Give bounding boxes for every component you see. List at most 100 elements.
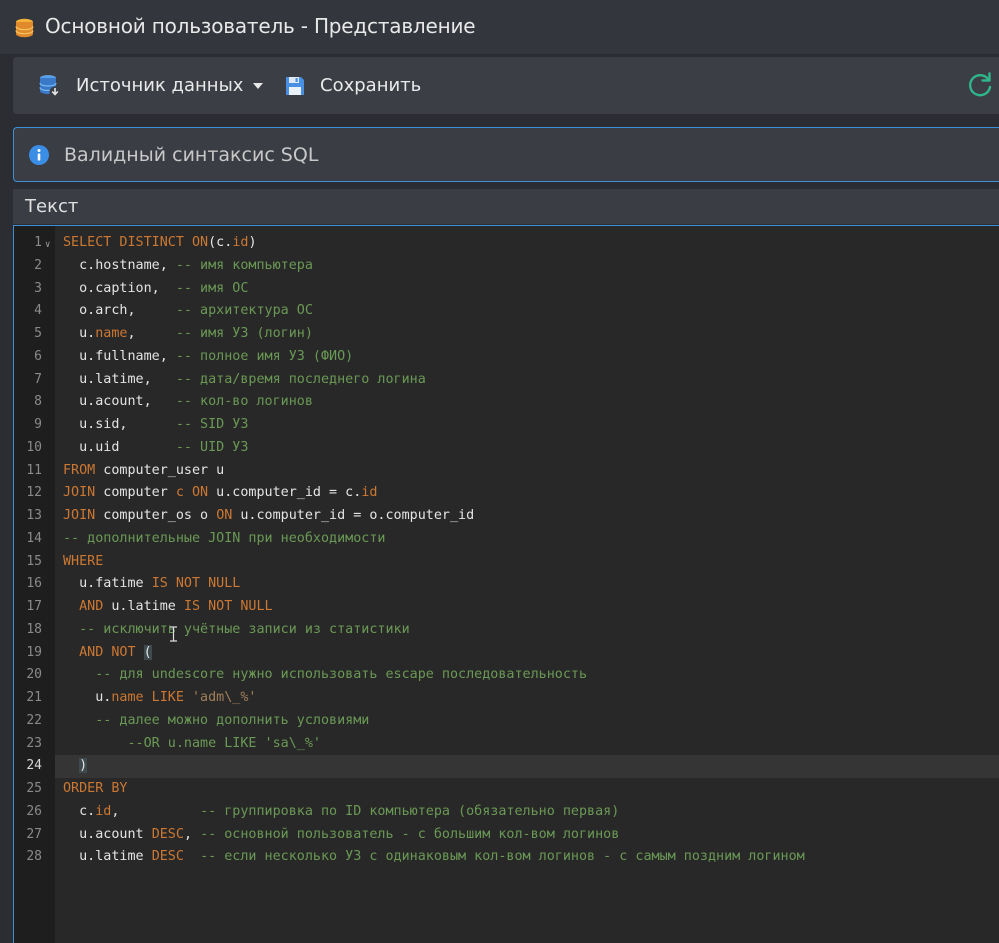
code-line[interactable]: 3 o.caption, -- имя ОС <box>34 278 999 301</box>
code-text: JOIN computer_os o ON u.computer_id = o.… <box>63 505 474 528</box>
code-line[interactable]: 10 u.uid -- UID УЗ <box>26 437 999 460</box>
code-token: o.caption, <box>63 280 176 296</box>
code-line[interactable]: 8 u.acount, -- кол-во логинов <box>34 391 999 414</box>
code-line[interactable]: 27 u.acount DESC, -- основной пользовате… <box>26 824 999 847</box>
fold-chevron-icon[interactable]: ∨ <box>45 234 50 257</box>
code-token: SELECT DISTINCT ON <box>63 235 209 250</box>
code-line[interactable]: 7 u.latime, -- дата/время последнего лог… <box>34 369 999 392</box>
code-text: JOIN computer c ON u.computer_id = c.id <box>63 482 377 505</box>
code-token: u.latime, <box>63 371 176 387</box>
code-token: u.latime <box>63 849 152 865</box>
line-number: 15 <box>26 553 42 569</box>
code-token: u.uid <box>63 439 176 455</box>
code-line[interactable]: 5 u.name, -- имя УЗ (логин) <box>34 323 999 346</box>
line-number: 23 <box>26 735 42 751</box>
code-token: u.acount, <box>63 394 176 410</box>
sql-code-editor[interactable]: 1 ∨ SELECT DISTINCT ON(c.id) 2 c.hostname, … <box>13 225 999 943</box>
code-line[interactable]: 11 FROM computer_user u <box>26 460 999 483</box>
code-text: u.latime DESC -- если несколько УЗ с оди… <box>63 846 805 869</box>
code-token: -- исключить учётные записи из статистик… <box>79 621 410 637</box>
code-token: , <box>127 326 176 341</box>
line-number: 10 <box>26 439 42 455</box>
code-line[interactable]: 9 u.sid, -- SID УЗ <box>34 414 999 437</box>
toolbar: Источник данных Сохранить <box>13 57 999 114</box>
code-line[interactable]: 12 JOIN computer c ON u.computer_id = c.i… <box>26 482 999 505</box>
refresh-icon[interactable] <box>967 71 993 99</box>
line-number: 11 <box>26 462 42 478</box>
line-number: 4 <box>34 303 42 319</box>
code-token: ON <box>216 508 233 523</box>
info-icon <box>29 145 49 165</box>
code-line[interactable]: 28 u.latime DESC -- если несколько УЗ с … <box>26 846 999 869</box>
code-line[interactable]: 4 o.arch, -- архитектура ОС <box>34 300 999 323</box>
code-token: computer <box>95 485 176 501</box>
code-line[interactable]: 2 c.hostname, -- имя компьютера <box>34 255 999 278</box>
code-line[interactable]: 19 AND NOT ( <box>26 642 999 665</box>
code-token: IS NOT NULL <box>183 599 273 614</box>
code-text: WHERE <box>63 551 103 574</box>
chevron-down-icon <box>253 82 264 89</box>
line-number: 28 <box>26 849 42 865</box>
line-number: 20 <box>26 667 42 683</box>
text-cursor-icon <box>170 626 177 642</box>
code-line[interactable]: 6 u.fullname, -- полное имя УЗ (ФИО) <box>34 346 999 369</box>
line-number: 21 <box>26 690 42 705</box>
code-token: -- архитектура ОС <box>175 303 313 319</box>
code-token: DESC <box>151 826 184 842</box>
code-line[interactable]: 15 WHERE <box>26 551 999 574</box>
line-number: 1 <box>34 235 42 250</box>
code-area[interactable]: 1 ∨ SELECT DISTINCT ON(c.id) 2 c.hostname, … <box>26 232 999 869</box>
data-source-button[interactable]: Источник данных <box>39 57 264 114</box>
code-token: -- если несколько УЗ с одинаковым кол-во… <box>200 849 805 865</box>
line-number: 18 <box>26 621 42 637</box>
code-line[interactable]: 17 AND u.latime IS NOT NULL <box>26 596 999 619</box>
code-line[interactable]: 23 --OR u.name LIKE 'sa\_%' <box>26 733 999 756</box>
code-text: u.fullname, -- полное имя УЗ (ФИО) <box>63 346 353 369</box>
line-number: 9 <box>34 417 42 432</box>
code-line[interactable]: 16 u.fatime IS NOT NULL <box>26 573 999 596</box>
code-line[interactable]: 22 -- далее можно дополнить условиями <box>26 710 999 733</box>
code-text: AND u.latime IS NOT NULL <box>63 596 273 619</box>
validation-info-bar: Валидный синтаксис SQL <box>13 127 999 182</box>
window-title: Основной пользователь - Представление <box>45 14 476 38</box>
code-text: c.id, -- группировка по ID компьютера (о… <box>63 801 619 824</box>
code-line[interactable]: 13 JOIN computer_os o ON u.computer_id = … <box>26 505 999 528</box>
code-line[interactable]: 24 ) <box>26 755 999 778</box>
code-line[interactable]: 14 -- дополнительные JOIN при необходимос… <box>26 528 999 551</box>
code-token: -- полное имя УЗ (ФИО) <box>175 348 354 364</box>
code-token: -- основной пользователь - с большим кол… <box>200 826 620 842</box>
code-line[interactable]: 1 ∨ SELECT DISTINCT ON(c.id) <box>34 232 999 255</box>
window-titlebar: Основной пользователь - Представление <box>0 0 999 54</box>
code-token: AND NOT <box>79 644 136 660</box>
code-text: o.arch, -- архитектура ОС <box>63 300 313 323</box>
code-line[interactable]: 21 u.name LIKE 'adm\_%' <box>26 687 999 710</box>
code-line[interactable]: 18 -- исключить учётные записи из статис… <box>26 619 999 642</box>
code-line[interactable]: 25 ORDER BY <box>26 778 999 801</box>
code-token: -- дата/время последнего логина <box>175 371 426 387</box>
code-line[interactable]: 26 c.id, -- группировка по ID компьютера… <box>26 801 999 824</box>
code-text: u.sid, -- SID УЗ <box>63 414 248 437</box>
line-number: 27 <box>26 826 42 842</box>
code-token: -- дополнительные JOIN при необходимости <box>63 530 386 546</box>
line-number: 17 <box>26 599 42 614</box>
code-text: u.name, -- имя УЗ (логин) <box>63 323 313 346</box>
code-token: name LIKE <box>111 690 184 705</box>
code-text: ORDER BY <box>63 778 128 801</box>
code-token: u.sid, <box>63 417 176 432</box>
code-token: ) <box>248 235 257 250</box>
save-button[interactable]: Сохранить <box>285 57 421 114</box>
line-number: 12 <box>26 485 42 501</box>
code-text: --OR u.name LIKE 'sa\_%' <box>63 733 321 756</box>
code-token: id <box>95 803 112 819</box>
code-token: FROM <box>63 462 96 478</box>
line-number: 5 <box>34 326 42 341</box>
code-token: u.computer_id = o.computer_id <box>232 508 475 523</box>
line-number: 24 <box>26 758 42 774</box>
code-line[interactable]: 20 -- для undescore нужно использовать e… <box>26 664 999 687</box>
line-number: 7 <box>34 371 42 387</box>
